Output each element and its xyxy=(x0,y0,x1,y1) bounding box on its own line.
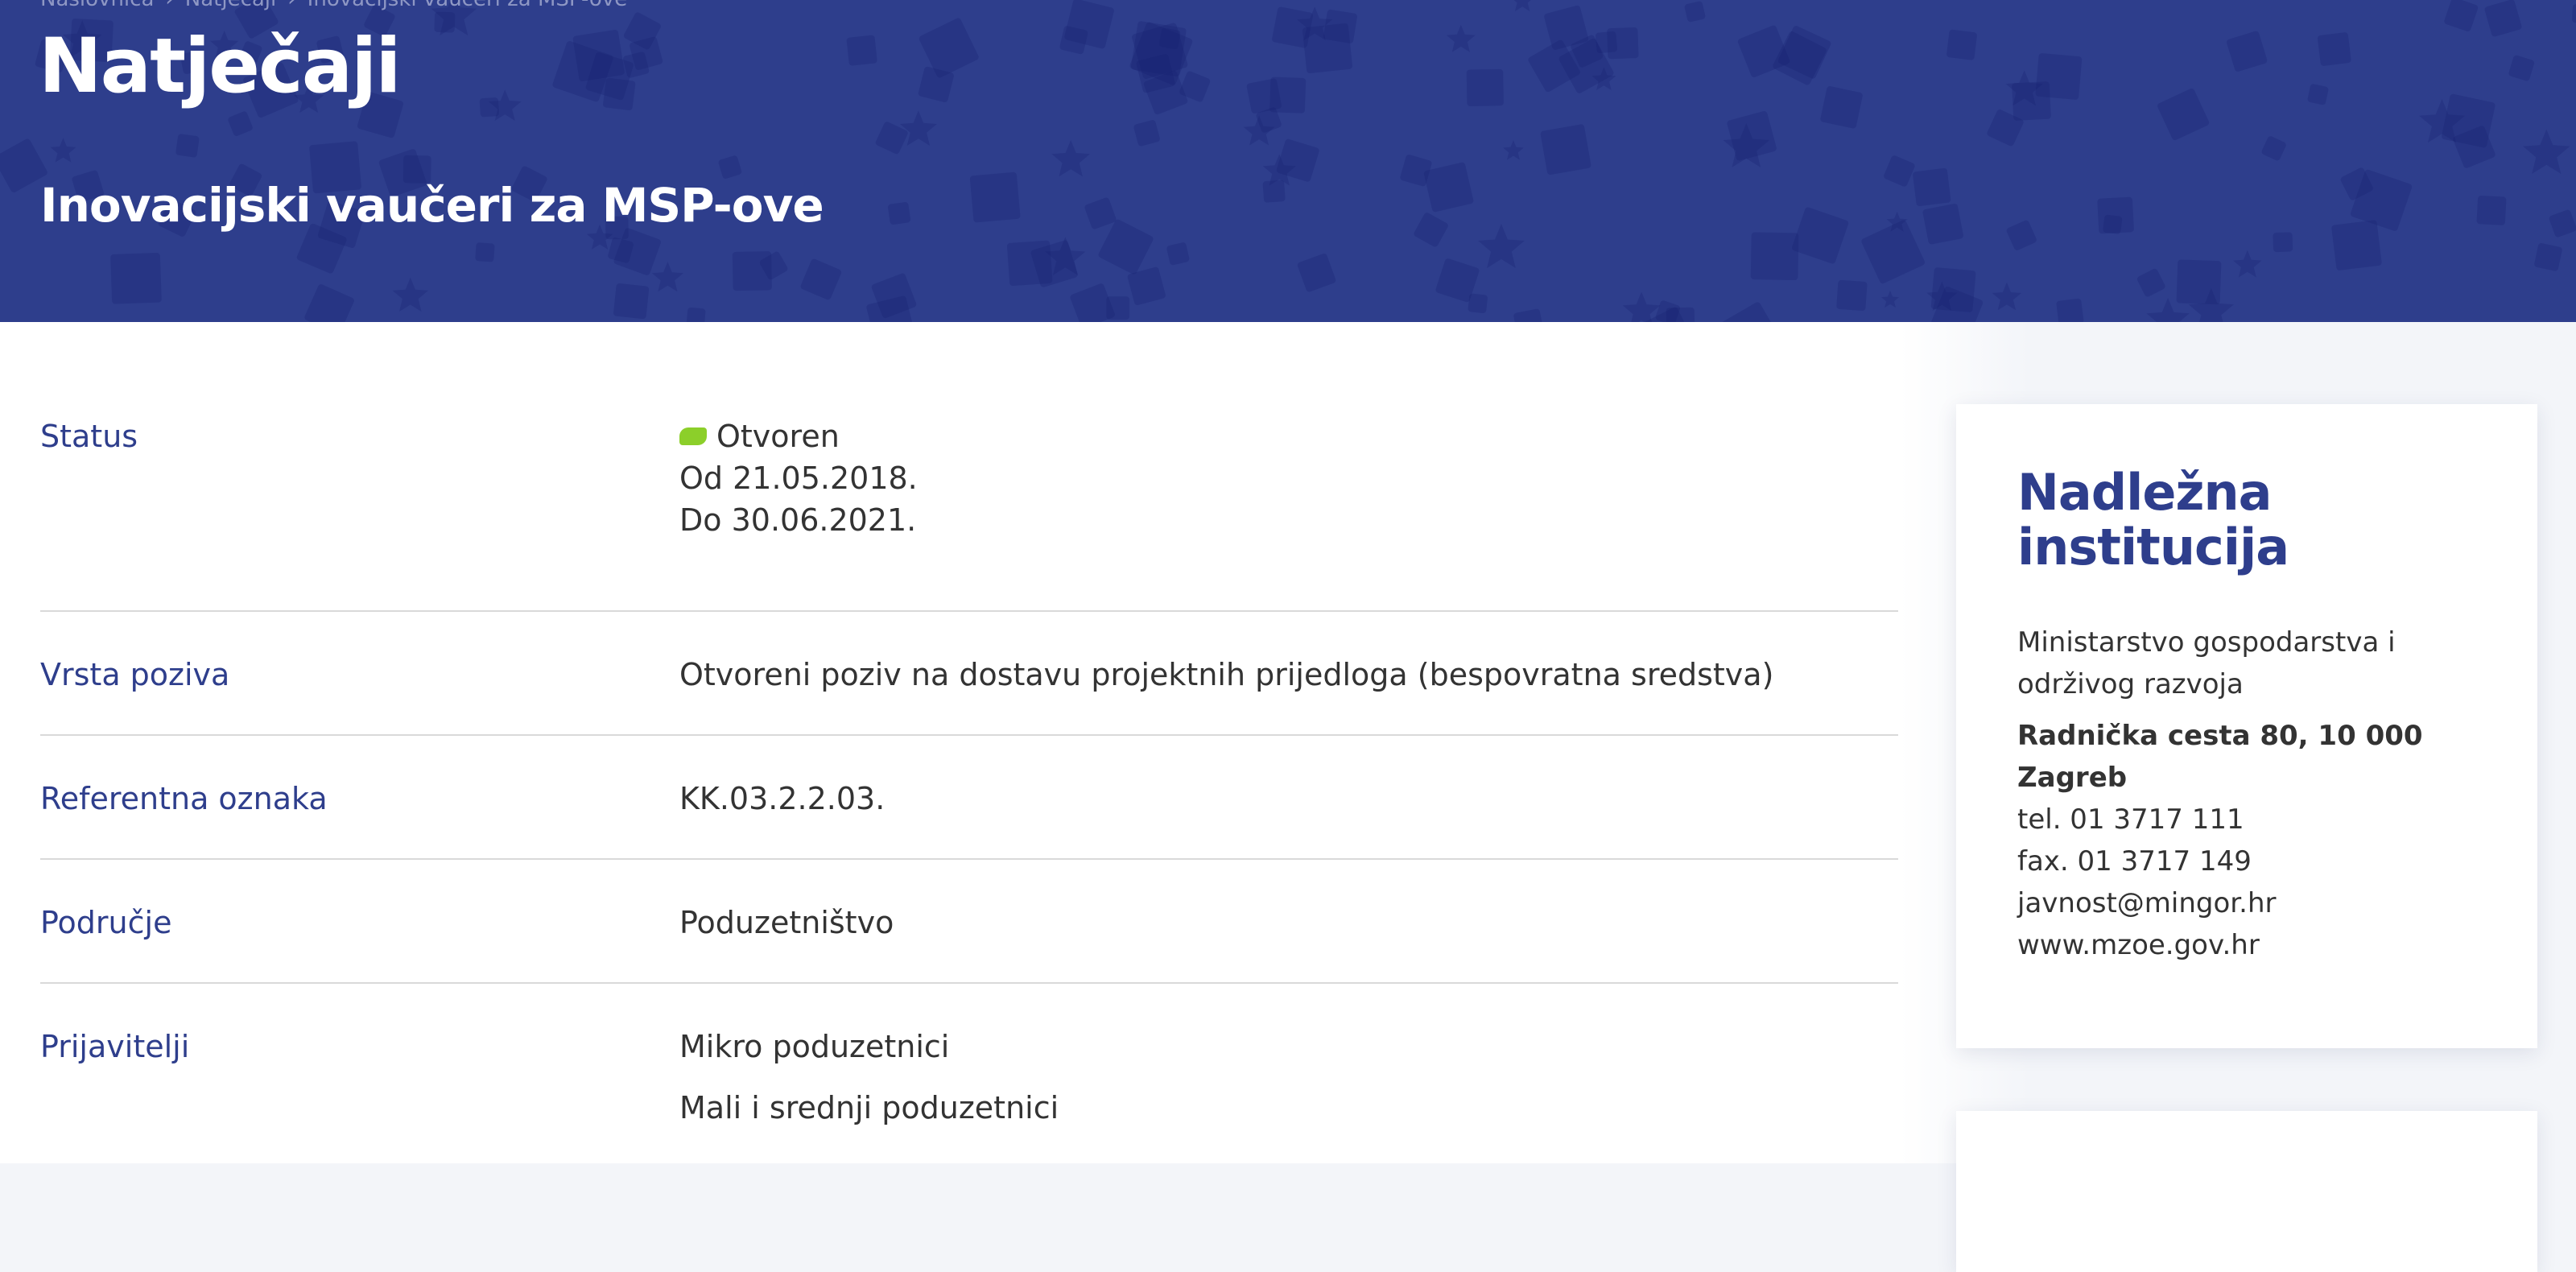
status-date-to: Do 30.06.2021. xyxy=(679,502,917,538)
breadcrumb-separator: › xyxy=(165,0,173,11)
status-indicator-icon xyxy=(679,427,707,445)
institution-website-link[interactable]: www.mzoe.gov.hr xyxy=(2017,924,2476,966)
status-badge: Otvoren xyxy=(716,419,840,454)
detail-row-call-type: Vrsta poziva Otvoreni poziv na dostavu p… xyxy=(40,612,1898,736)
detail-value-status: Otvoren Od 21.05.2018. Do 30.06.2021. xyxy=(679,415,1898,610)
detail-value-call-type: Otvoreni poziv na dostavu projektnih pri… xyxy=(679,657,1774,692)
institution-name: Ministarstvo gospodarstva i održivog raz… xyxy=(2017,626,2396,700)
status-line: Otvoren xyxy=(679,415,1898,457)
institution-card: Nadležna institucija Ministarstvo gospod… xyxy=(1956,404,2537,1048)
breadcrumb-natjecaji[interactable]: Natječaji xyxy=(185,0,276,11)
institution-fax: fax. 01 3717 149 xyxy=(2017,845,2252,878)
detail-label-call-type: Vrsta poziva xyxy=(40,657,230,692)
detail-value-applicants: Mikro poduzetnici Mali i srednji poduzet… xyxy=(679,1026,1898,1148)
detail-value-area: Poduzetništvo xyxy=(679,905,894,940)
detail-row-reference: Referentna oznaka KK.03.2.2.03. xyxy=(40,736,1898,860)
detail-label-status: Status xyxy=(40,419,138,454)
detail-label-reference: Referentna oznaka xyxy=(40,781,328,816)
institution-contact: Ministarstvo gospodarstva i održivog raz… xyxy=(2017,622,2476,966)
detail-label-applicants: Prijavitelji xyxy=(40,1029,190,1064)
breadcrumb-separator: › xyxy=(287,0,295,11)
page-title: Natječaji xyxy=(39,23,402,110)
institution-address: Radnička cesta 80, 10 000 Zagreb xyxy=(2017,720,2423,794)
page-subtitle: Inovacijski vaučeri za MSP-ove xyxy=(40,178,824,233)
institution-card-title: Nadležna institucija xyxy=(2017,463,2289,576)
breadcrumb-home[interactable]: Naslovnica xyxy=(40,0,154,11)
detail-row-applicants: Prijavitelji Mikro poduzetnici Mali i sr… xyxy=(40,984,1898,1148)
detail-row-status: Status Otvoren Od 21.05.2018. Do 30.06.2… xyxy=(40,415,1898,612)
breadcrumb-current: Inovacijski vaučeri za MSP-ove xyxy=(308,0,628,11)
institution-email-link[interactable]: javnost@mingor.hr xyxy=(2017,882,2476,924)
secondary-card xyxy=(1956,1111,2537,1272)
detail-row-area: Područje Poduzetništvo xyxy=(40,860,1898,984)
breadcrumb: Naslovnica › Natječaji › Inovacijski vaučeri… xyxy=(40,0,627,11)
hero-banner: Naslovnica › Natječaji › Inovacijski vaučeri… xyxy=(0,0,2576,322)
tender-details: Status Otvoren Od 21.05.2018. Do 30.06.2… xyxy=(40,415,1898,1148)
status-date-from: Od 21.05.2018. xyxy=(679,460,918,496)
list-item: Mali i srednji poduzetnici xyxy=(679,1090,1059,1125)
main-content: Status Otvoren Od 21.05.2018. Do 30.06.2… xyxy=(0,322,2576,1272)
detail-value-reference: KK.03.2.2.03. xyxy=(679,781,886,816)
institution-phone: tel. 01 3717 111 xyxy=(2017,803,2244,836)
detail-label-area: Područje xyxy=(40,905,172,940)
list-item: Mikro poduzetnici xyxy=(679,1029,950,1064)
